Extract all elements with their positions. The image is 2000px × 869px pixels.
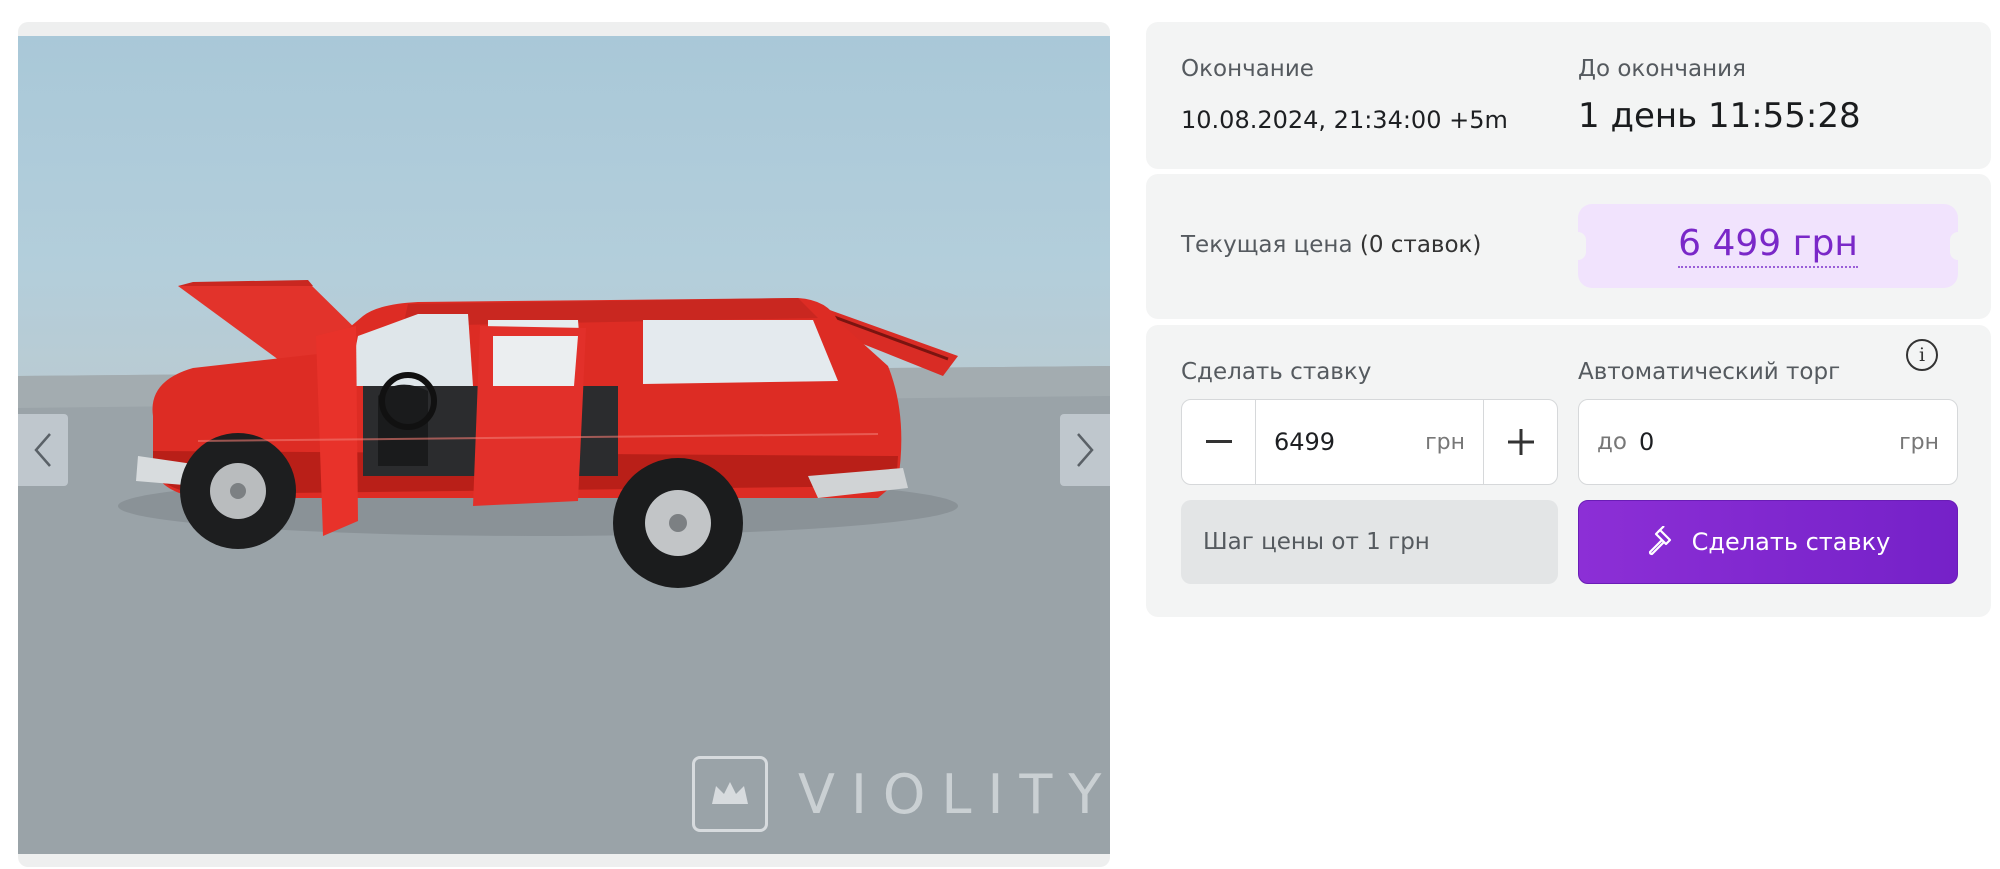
bid-amount-input[interactable]	[1274, 428, 1374, 456]
toy-car-image	[18, 280, 1110, 854]
auction-end-panel: Окончание 10.08.2024, 21:34:00 +5m До ок…	[1146, 22, 1991, 169]
chevron-left-icon	[34, 433, 51, 467]
auto-bid-input[interactable]	[1638, 428, 1839, 456]
current-price-label: Текущая цена (0 ставок)	[1181, 232, 1481, 258]
violity-watermark: VIOLITY	[692, 756, 1110, 832]
current-price-panel: Текущая цена (0 ставок) 6 499 грн	[1146, 174, 1991, 319]
crown-logo-icon	[692, 756, 768, 832]
bids-count: (0 ставок)	[1359, 232, 1482, 258]
place-bid-label: Сделать ставку	[1691, 528, 1891, 556]
bid-amount-field: грн	[1256, 400, 1483, 484]
remaining-label: До окончания	[1578, 56, 1746, 82]
product-gallery: VIOLITY	[18, 22, 1110, 867]
auto-bid-prefix: до	[1597, 429, 1627, 455]
bid-currency: грн	[1425, 429, 1465, 455]
bid-amount-stepper: грн	[1181, 399, 1558, 485]
current-price-text: Текущая цена	[1181, 232, 1353, 258]
bid-panel: Сделать ставку Автоматический торг i грн…	[1146, 325, 1991, 617]
gallery-prev-button[interactable]	[18, 414, 68, 486]
decrement-button[interactable]	[1182, 400, 1256, 484]
info-icon[interactable]: i	[1906, 339, 1938, 371]
countdown-timer: 1 день 11:55:28	[1578, 96, 1861, 136]
hammer-icon	[1646, 526, 1678, 558]
current-price-value[interactable]: 6 499 грн	[1678, 224, 1858, 268]
watermark-text: VIOLITY	[798, 762, 1110, 826]
increment-button[interactable]	[1483, 400, 1557, 484]
auto-bid-field: до грн	[1578, 399, 1958, 485]
auto-bid-currency: грн	[1899, 429, 1939, 455]
bid-label: Сделать ставку	[1181, 359, 1372, 385]
place-bid-button[interactable]: Сделать ставку	[1578, 500, 1958, 584]
minus-icon	[1205, 440, 1232, 443]
price-step-note: Шаг цены от 1 грн	[1181, 500, 1558, 584]
end-datetime: 10.08.2024, 21:34:00 +5m	[1181, 106, 1508, 134]
auto-bid-label: Автоматический торг	[1578, 359, 1841, 385]
gallery-next-button[interactable]	[1060, 414, 1110, 486]
product-photo[interactable]	[18, 36, 1110, 854]
end-label: Окончание	[1181, 56, 1314, 82]
plus-icon	[1507, 429, 1534, 455]
price-tag: 6 499 грн	[1570, 204, 1966, 288]
chevron-right-icon	[1077, 433, 1094, 467]
